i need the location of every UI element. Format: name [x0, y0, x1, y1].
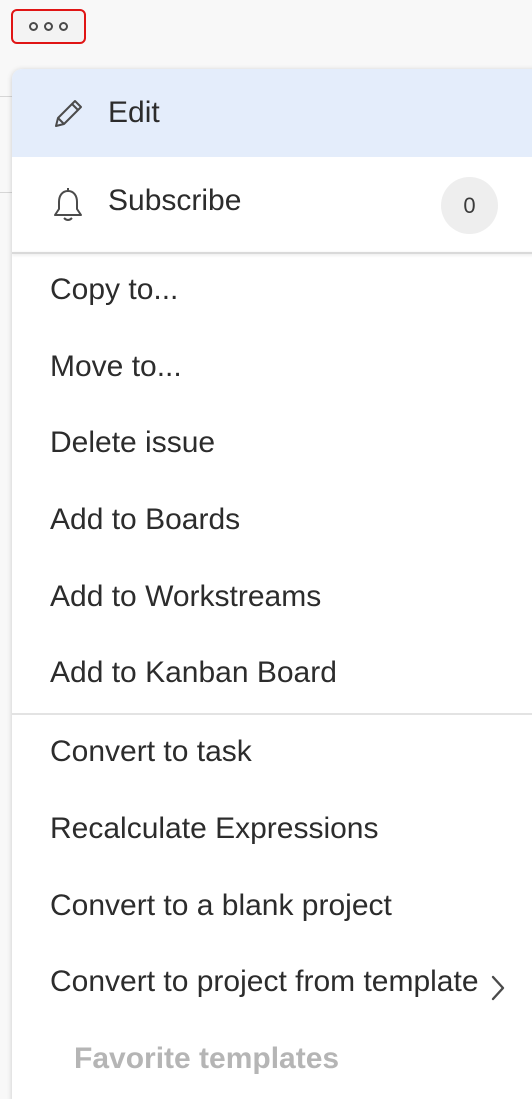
bell-icon	[54, 188, 82, 221]
section-divider	[12, 713, 532, 715]
more-horizontal-icon	[29, 22, 38, 31]
menu-item-delete-issue[interactable]: Delete issue	[50, 426, 215, 460]
menu-item-recalculate-expressions[interactable]: Recalculate Expressions	[50, 812, 379, 846]
background-divider	[0, 96, 12, 97]
subscriber-count-badge: 0	[441, 177, 498, 234]
more-horizontal-icon	[44, 22, 53, 31]
menu-item-move-to[interactable]: Move to...	[50, 350, 182, 384]
background-divider	[0, 192, 12, 193]
pencil-icon	[55, 100, 82, 127]
menu-item-favorite-templates: Favorite templates	[74, 1042, 340, 1075]
chevron-right-icon	[491, 975, 505, 1001]
menu-item-convert-to-project-from-template[interactable]: Convert to project from template	[50, 965, 479, 999]
page: Edit Subscribe 0 Copy to... Move to... D…	[0, 0, 532, 1099]
section-divider	[12, 252, 532, 254]
menu-item-edit-label: Edit	[108, 96, 160, 129]
menu-item-copy-to[interactable]: Copy to...	[50, 273, 178, 307]
menu-item-subscribe-label: Subscribe	[108, 184, 242, 217]
menu-item-subscribe[interactable]: Subscribe 0	[12, 157, 532, 253]
menu-item-add-to-kanban-board[interactable]: Add to Kanban Board	[50, 656, 337, 690]
actions-menu: Edit Subscribe 0 Copy to... Move to... D…	[12, 69, 532, 1099]
menu-item-convert-to-task[interactable]: Convert to task	[50, 735, 252, 769]
menu-item-edit[interactable]: Edit	[12, 69, 532, 157]
more-options-button[interactable]	[11, 9, 86, 44]
menu-item-convert-to-blank-project[interactable]: Convert to a blank project	[50, 889, 392, 923]
more-horizontal-icon	[59, 22, 68, 31]
menu-item-add-to-workstreams[interactable]: Add to Workstreams	[50, 580, 321, 614]
menu-item-add-to-boards[interactable]: Add to Boards	[50, 503, 240, 537]
